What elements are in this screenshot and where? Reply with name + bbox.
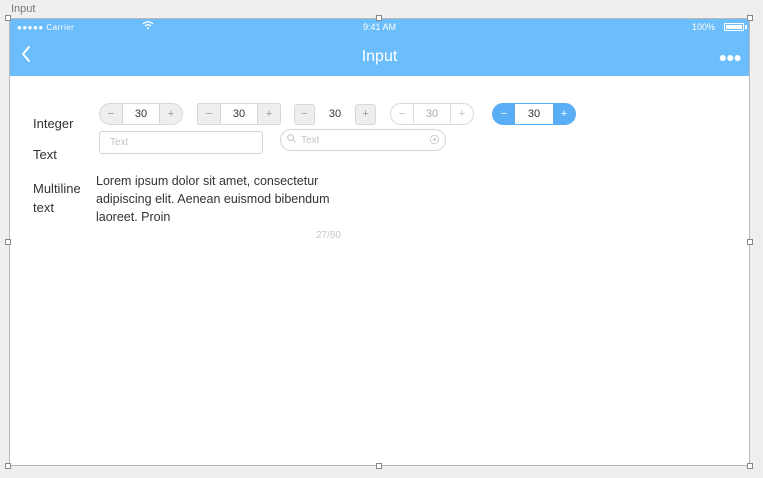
stepper-value[interactable]: 30	[220, 104, 258, 124]
text-field[interactable]	[99, 131, 263, 154]
quantity-stepper-disabled: − 30 +	[390, 103, 474, 125]
quantity-stepper: − 30 +	[294, 103, 376, 125]
clear-icon[interactable]	[429, 134, 440, 145]
increment-button[interactable]: +	[553, 104, 575, 124]
battery-percent: 100%	[691, 22, 715, 32]
increment-button[interactable]: +	[160, 104, 182, 124]
increment-button[interactable]: +	[451, 104, 473, 124]
resize-handle[interactable]	[5, 239, 11, 245]
resize-handle[interactable]	[747, 239, 753, 245]
resize-handle[interactable]	[376, 463, 382, 469]
quantity-stepper-active: − 30 +	[492, 103, 576, 125]
multiline-label-line2: text	[33, 200, 54, 215]
increment-button[interactable]: +	[355, 103, 376, 125]
resize-handle[interactable]	[5, 15, 11, 21]
integer-label: Integer	[33, 116, 74, 131]
multiline-textarea[interactable]: Lorem ipsum dolor sit amet, consectetur …	[96, 172, 352, 226]
stepper-value[interactable]: 30	[515, 104, 553, 124]
increment-button[interactable]: +	[258, 104, 280, 124]
resize-handle[interactable]	[5, 463, 11, 469]
quantity-stepper: − 30 +	[99, 103, 183, 125]
decrement-button[interactable]: −	[198, 104, 220, 124]
device-frame: ●●●●● Carrier 9:41 AM 100% Input ●●● Int…	[9, 18, 750, 466]
page-title: Input	[361, 48, 398, 65]
resize-handle[interactable]	[376, 15, 382, 21]
text-label: Text	[33, 147, 57, 162]
status-time: 9:41 AM	[362, 22, 397, 32]
decrement-button[interactable]: −	[100, 104, 122, 124]
decrement-button[interactable]: −	[493, 104, 515, 124]
stepper-value[interactable]: 30	[315, 103, 355, 125]
multiline-label-line1: Multiline	[33, 181, 81, 196]
artboard-label: Input	[11, 3, 36, 15]
search-icon	[287, 134, 296, 143]
search-input[interactable]	[301, 131, 421, 149]
navigation-bar: ●●●●● Carrier 9:41 AM 100% Input ●●●	[10, 19, 749, 76]
character-counter: 27/80	[315, 230, 341, 241]
quantity-stepper: − 30 +	[197, 103, 281, 125]
battery-icon	[724, 23, 744, 31]
more-dots-icon[interactable]: ●●●	[719, 49, 742, 65]
stepper-value[interactable]: 30	[122, 104, 160, 124]
stepper-value[interactable]: 30	[413, 104, 451, 124]
decrement-button[interactable]: −	[294, 103, 315, 125]
decrement-button[interactable]: −	[391, 104, 413, 124]
resize-handle[interactable]	[747, 463, 753, 469]
battery-tip	[745, 25, 747, 29]
status-bar: ●●●●● Carrier 9:41 AM 100%	[10, 19, 749, 37]
search-field[interactable]	[280, 129, 446, 151]
resize-handle[interactable]	[747, 15, 753, 21]
